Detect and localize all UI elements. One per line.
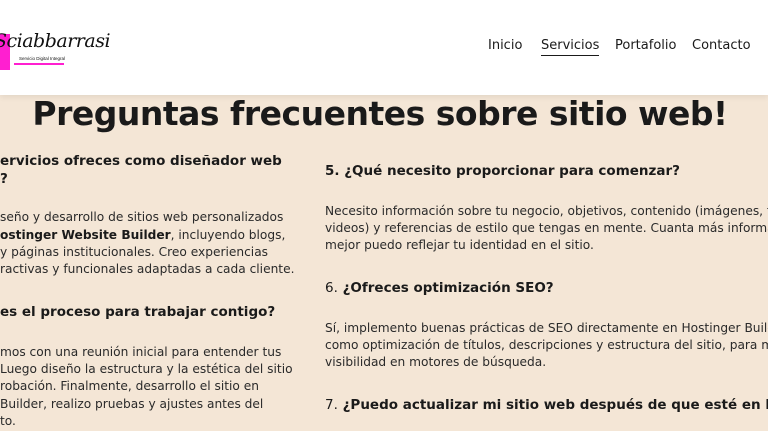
faq-answer-5-line-3: mejor puedo reflejar tu identidad en el … xyxy=(325,238,594,252)
nav-link-servicios[interactable]: Servicios xyxy=(541,38,600,56)
faq-answer-1-line-2-rest: , incluyendo blogs, xyxy=(170,228,286,242)
faq-answer-1-bold: ostinger Website Builder xyxy=(0,228,171,242)
faq-answer-5-line-2: videos) y referencias de estilo que teng… xyxy=(325,221,768,235)
faq-answer-6-line-1: Sí, implemento buenas prácticas de SEO d… xyxy=(325,321,768,335)
faq-answer-2-line-2: Luego diseño la estructura y la estética… xyxy=(0,362,293,376)
faq-answer-6-line-2: como optimización de títulos, descripcio… xyxy=(325,338,768,352)
faq-answer-2-line-4: Builder, realizo pruebas y ajustes antes… xyxy=(0,397,264,411)
faq-answer-2-line-1: mos con una reunión inicial para entende… xyxy=(0,345,282,359)
faq-question-6-text: ¿Ofreces optimización SEO? xyxy=(342,280,554,296)
nav-link-inicio[interactable]: Inicio xyxy=(488,38,522,53)
faq-question-7: 7. ¿Puedo actualizar mi sitio web despué… xyxy=(325,396,768,414)
faq-answer-5-line-1: Necesito información sobre tu negocio, o… xyxy=(325,204,768,218)
faq-question-7-text: ¿Puedo actualizar mi sitio web después d… xyxy=(342,397,768,413)
faq-answer-6-line-3: visibilidad en motores de búsqueda. xyxy=(325,355,547,369)
nav-link-contacto[interactable]: Contacto xyxy=(692,38,751,53)
faq-answer-2-line-5: to. xyxy=(0,414,16,428)
faq-answer-1-line-1: seño y desarrollo de sitios web personal… xyxy=(0,210,284,224)
faq-answer-1-line-4: ractivas y funcionales adaptadas a cada … xyxy=(0,262,295,276)
page-title: Preguntas frecuentes sobre sitio web! xyxy=(32,94,728,133)
faq-question-6-number: 6. xyxy=(325,280,338,296)
site-header: Sciabbarrasi Servicio Digital Integral I… xyxy=(0,0,768,95)
logo-underline xyxy=(14,63,64,65)
faq-question-6: 6. ¿Ofreces optimización SEO? xyxy=(325,279,554,297)
faq-question-7-number: 7. xyxy=(325,397,338,413)
faq-answer-1-line-3: y páginas institucionales. Creo experien… xyxy=(0,245,269,259)
faq-answer-2-line-3: robación. Finalmente, desarrollo el siti… xyxy=(0,379,259,393)
faq-question-1-line-1: ervicios ofreces como diseñador web xyxy=(0,153,282,169)
faq-answer-1-line-2: ostinger Website Builder, incluyendo blo… xyxy=(0,227,285,245)
faq-question-1-line-2: ? xyxy=(0,171,8,187)
nav-link-portafolio[interactable]: Portafolio xyxy=(615,38,676,53)
main-nav: Inicio Servicios Portafolio Contacto xyxy=(0,38,768,58)
page: Sciabbarrasi Servicio Digital Integral I… xyxy=(0,0,768,431)
faq-question-5: 5. ¿Qué necesito proporcionar para comen… xyxy=(325,163,680,179)
faq-question-2: es el proceso para trabajar contigo? xyxy=(0,304,276,320)
